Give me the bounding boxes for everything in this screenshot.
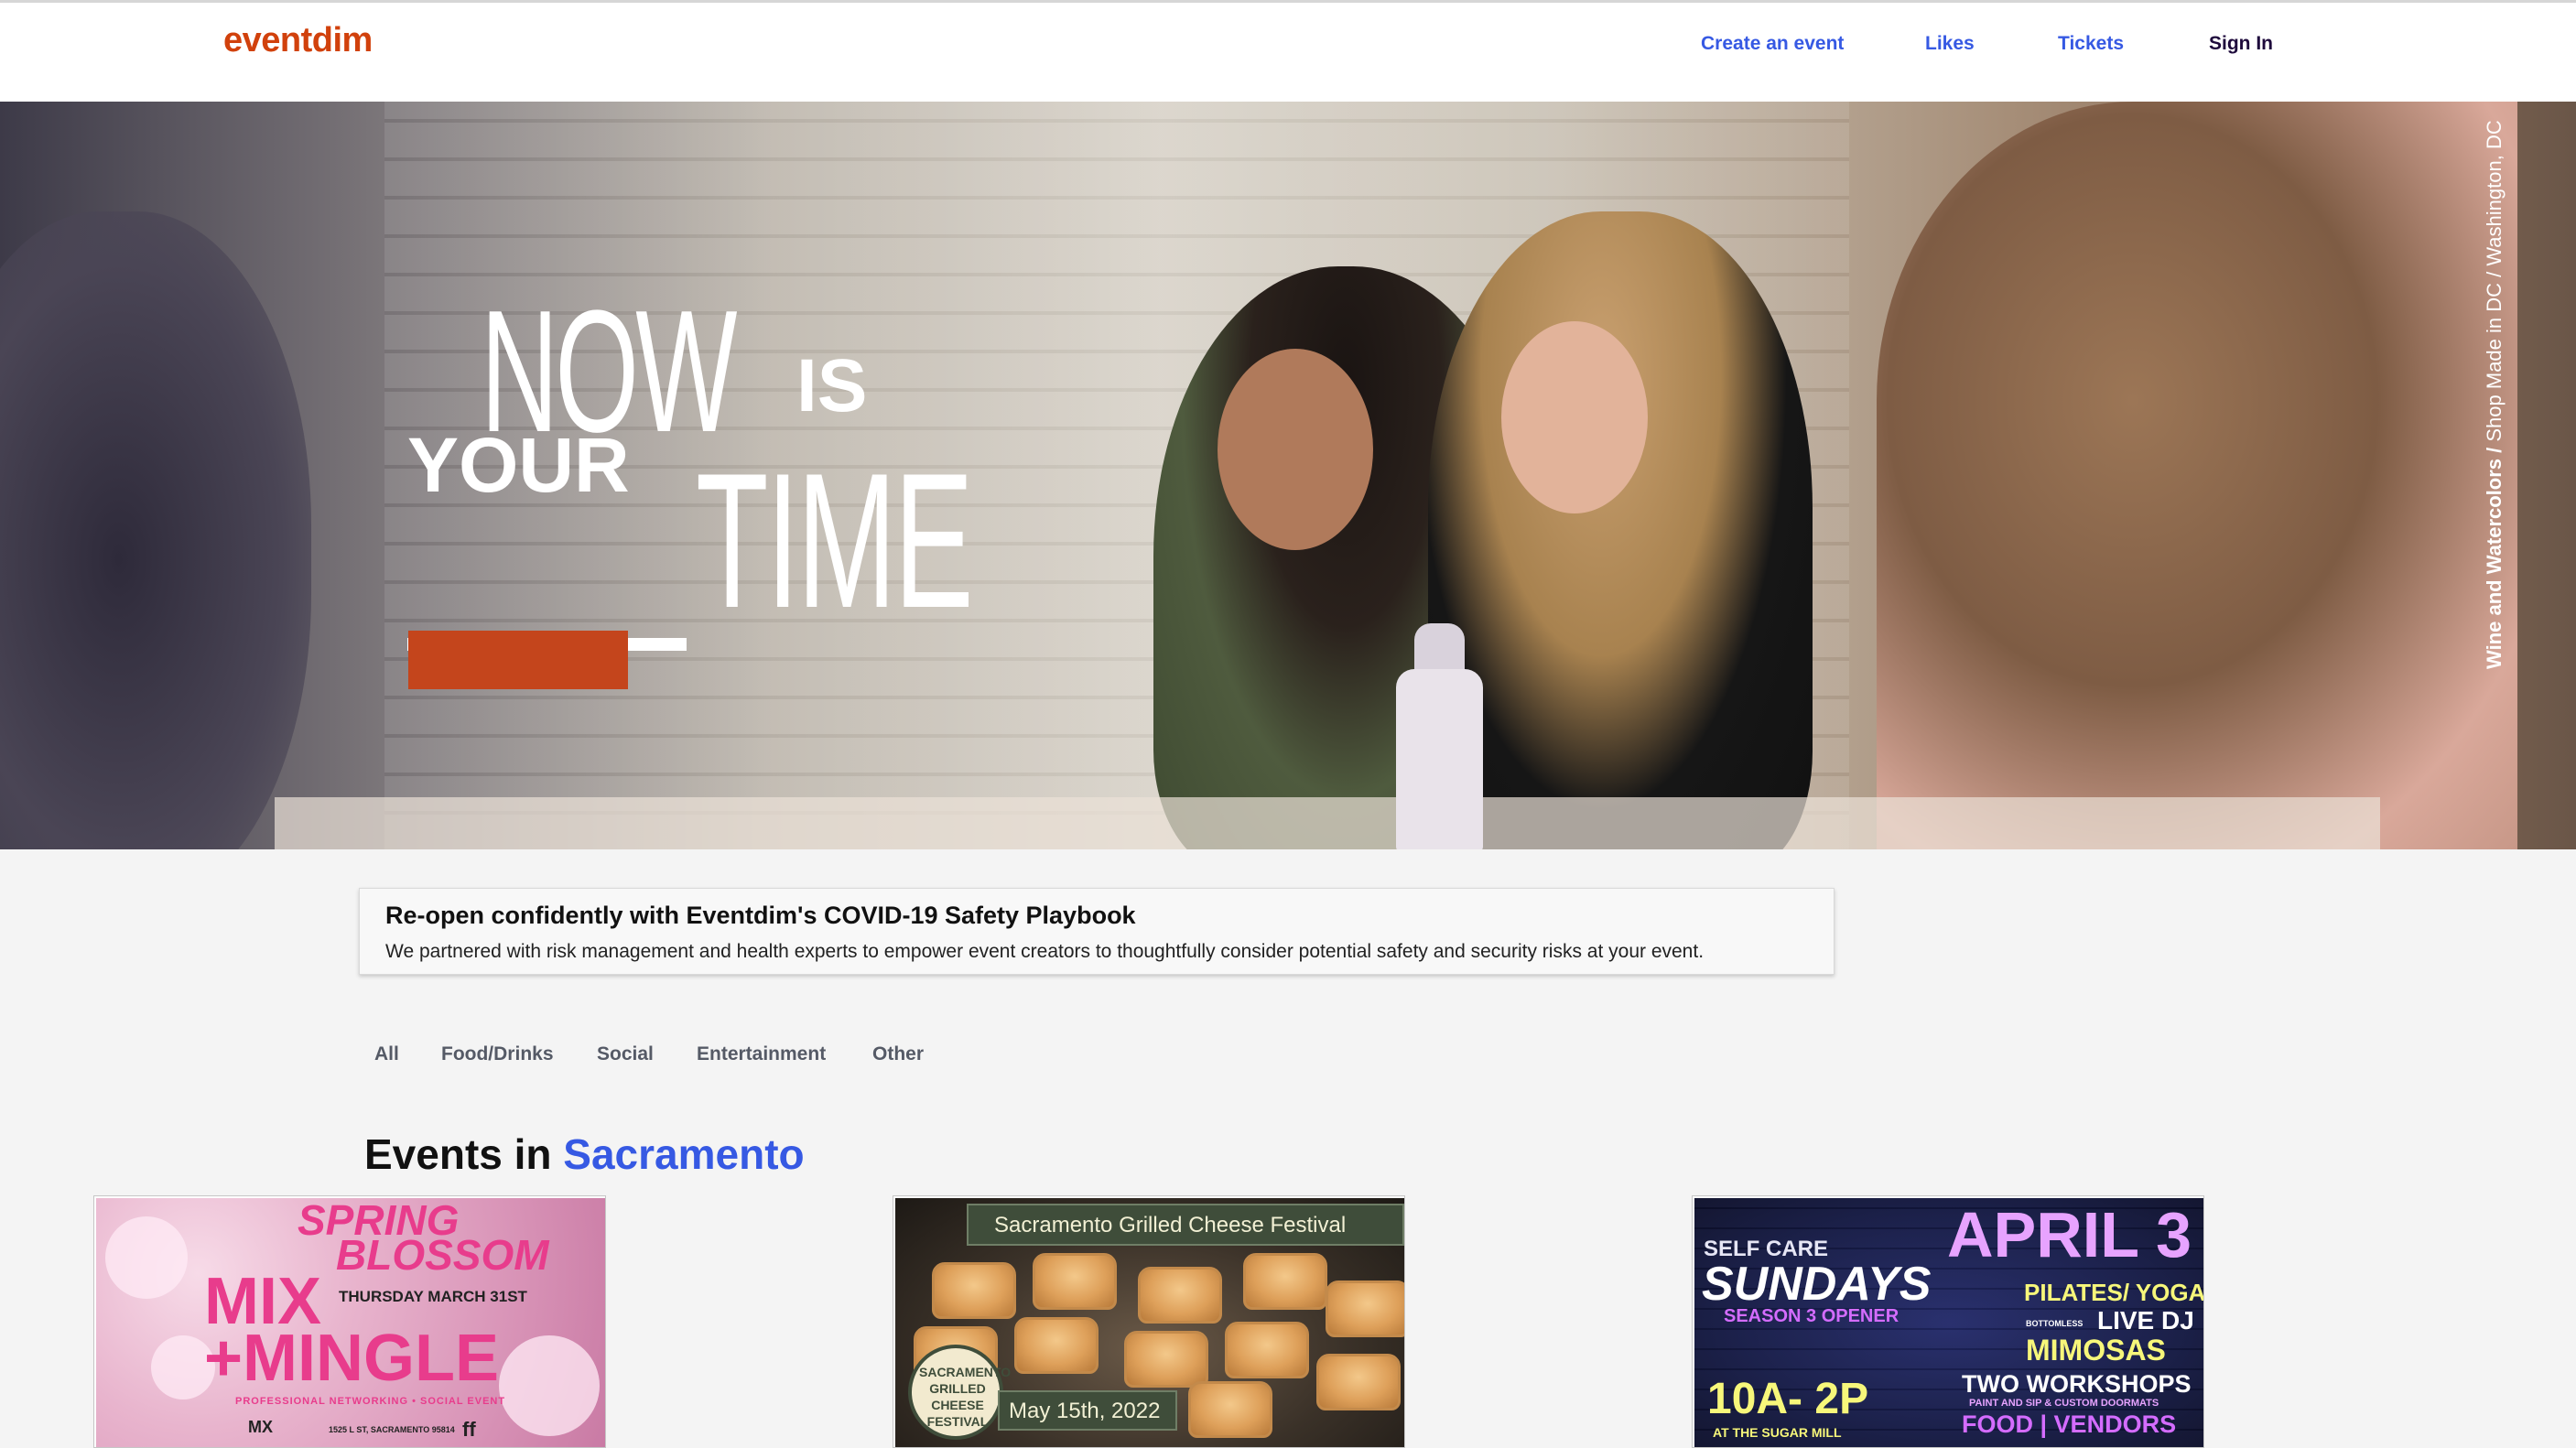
credit-event: Wine and Watercolors [2483,458,2506,669]
card-text: MIMOSAS [2026,1334,2166,1367]
sandwich-decoration [1188,1381,1272,1438]
hero-banner: NOW IS YOUR TIME Wine and Watercolors / … [0,102,2576,849]
tagline-is: IS [796,344,868,427]
card-text: SEASON 3 OPENER [1724,1306,1900,1326]
event-card[interactable]: SELF CARE SUNDAYS SEASON 3 OPENER APRIL … [1692,1195,2204,1448]
seal-text: SACRAMENTO [919,1365,1012,1379]
festival-title: Sacramento Grilled Cheese Festival [994,1213,1347,1237]
card-text: TWO WORKSHOPS [1962,1370,2192,1398]
hero-photo-person [1428,211,1813,849]
sandwich-decoration [1124,1331,1208,1388]
sandwich-decoration [1014,1317,1099,1374]
event-card-image[interactable]: SELF CARE SUNDAYS SEASON 3 OPENER APRIL … [1694,1198,2203,1447]
eventdim-logo[interactable]: eventdim [223,21,373,60]
card-text: BLOSSOM [336,1231,549,1279]
seal-text: FESTIVAL [926,1414,989,1429]
card-text: PROFESSIONAL NETWORKING • SOCIAL EVENT [235,1396,506,1407]
tab-other[interactable]: Other [872,1043,924,1065]
card-text: FOOD | VENDORS [1962,1410,2177,1438]
card-text: SUNDAYS [1702,1258,1932,1311]
hero-photo-table [275,797,2380,849]
tagline-time: TIME [696,433,974,648]
festival-title-ribbon: Sacramento Grilled Cheese Festival [967,1204,1404,1246]
tab-entertainment[interactable]: Entertainment [697,1043,826,1065]
seal-text: GRILLED [929,1381,986,1396]
card-text: 10A- 2P [1707,1375,1869,1423]
card-text: APRIL 3 [1947,1199,2192,1270]
tickets-link[interactable]: Tickets [2058,33,2124,55]
sandwich-decoration [1138,1267,1222,1324]
blossom-decoration [499,1335,600,1436]
card-text: PAINT AND SIP & CUSTOM DOORMATS [1969,1398,2159,1409]
card-text: PILATES/ YOGA [2024,1279,2203,1306]
event-card-image[interactable]: SPRING BLOSSOM THURSDAY MARCH 31ST MIX +… [96,1198,605,1447]
sandwich-decoration [932,1262,1016,1319]
card-text: MX [248,1418,273,1436]
card-text: AT THE SUGAR MILL [1713,1425,1842,1440]
blossom-decoration [105,1216,188,1299]
credit-place: Shop Made in DC / Washington, DC [2483,120,2506,442]
events-city-link[interactable]: Sacramento [563,1130,804,1178]
tab-all[interactable]: All [374,1043,399,1065]
hero-cta-button[interactable] [408,631,628,689]
covid-safety-banner[interactable]: Re-open confidently with Eventdim's COVI… [359,888,1835,975]
tagline-your: YOUR [407,422,630,508]
create-event-link[interactable]: Create an event [1701,33,1844,55]
card-text: ff [462,1418,476,1441]
event-card[interactable]: SPRING BLOSSOM THURSDAY MARCH 31ST MIX +… [93,1195,606,1448]
hero-photo-shape [0,211,311,849]
card-text: 1525 L ST, SACRAMENTO 95814 [329,1425,455,1434]
hero-photo-shape [1877,102,2517,849]
hero-photo-bottle [1396,669,1483,849]
festival-date-badge: May 15th, 2022 [998,1390,1177,1431]
seal-text: CHEESE [931,1398,984,1412]
events-heading-prefix: Events in [364,1130,552,1178]
card-text: BOTTOMLESS [2026,1319,2084,1328]
tab-food-drinks[interactable]: Food/Drinks [441,1043,554,1065]
hero-photo-face [1218,349,1373,550]
festival-date: May 15th, 2022 [1009,1399,1161,1423]
sandwich-decoration [1225,1322,1309,1378]
sandwich-decoration [1243,1253,1327,1310]
card-text: LIVE DJ [2097,1306,2194,1335]
hero-photo-face [1501,321,1648,513]
tab-social[interactable]: Social [597,1043,654,1065]
site-header: eventdim Create an event Likes Tickets S… [0,3,2576,102]
banner-title: Re-open confidently with Eventdim's COVI… [385,902,1136,929]
festival-seal: SACRAMENTO GRILLED CHEESE FESTIVAL [908,1345,1012,1440]
event-card[interactable]: Sacramento Grilled Cheese Festival SACRA… [893,1195,1405,1448]
events-heading: Events in Sacramento [364,1129,805,1179]
card-text: +MINGLE [204,1322,500,1395]
sandwich-decoration [1326,1281,1404,1337]
credit-separator: / [2483,441,2506,459]
card-text: THURSDAY MARCH 31ST [339,1288,527,1305]
likes-link[interactable]: Likes [1925,33,1975,55]
event-card-image[interactable]: Sacramento Grilled Cheese Festival SACRA… [895,1198,1404,1447]
hero-photo-credit: Wine and Watercolors / Shop Made in DC /… [2483,102,2506,669]
sandwich-decoration [1316,1354,1401,1410]
banner-body: We partnered with risk management and he… [385,941,1705,962]
sandwich-decoration [1033,1253,1117,1310]
sign-in-link[interactable]: Sign In [2209,33,2273,55]
